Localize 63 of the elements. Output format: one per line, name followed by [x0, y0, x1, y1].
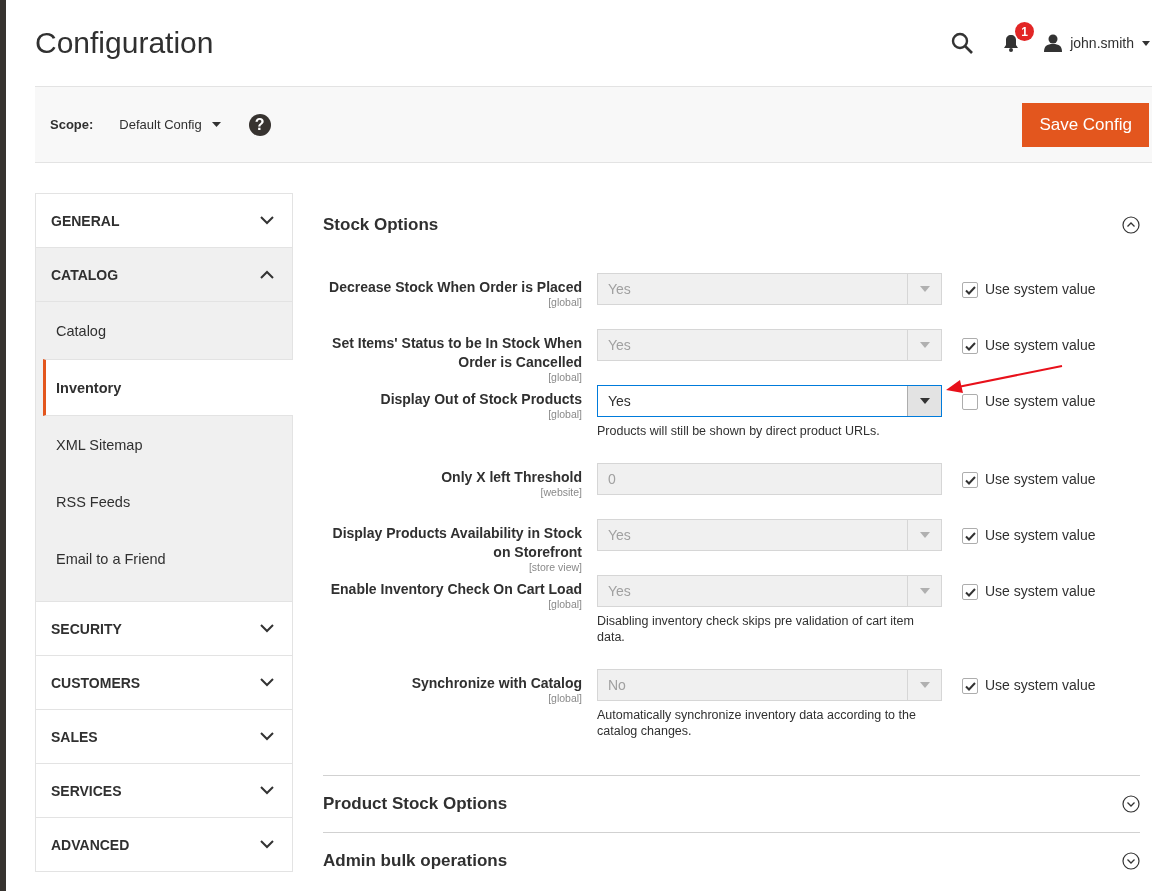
field-label: Only X left Threshold	[440, 468, 582, 487]
notification-badge: 1	[1015, 22, 1035, 41]
scope-label: [global]	[547, 372, 582, 383]
use-system-value-checkbox[interactable]: Use system value	[957, 463, 1140, 519]
help-icon[interactable]: ?	[248, 113, 271, 136]
field-label: Decrease Stock When Order is Placed	[328, 278, 582, 297]
sidebar-item[interactable]: Catalog	[36, 302, 292, 359]
field-label: Display Out of Stock Products	[379, 390, 582, 409]
page-title: Configuration	[35, 26, 215, 60]
sidebar-item[interactable]: Inventory	[43, 359, 293, 416]
chevron-icon	[260, 270, 274, 279]
bell-icon[interactable]	[1003, 34, 1020, 52]
section-header[interactable]: Admin bulk operations	[323, 832, 1140, 889]
field-label: Set Items' Status to be In Stock When Order is Cancelled	[331, 334, 582, 372]
checkmark-icon	[964, 587, 976, 597]
save-config-button[interactable]: Save Config	[1022, 102, 1149, 147]
chevron-icon	[260, 678, 274, 687]
use-system-value-checkbox[interactable]: Use system value	[957, 329, 1140, 385]
scope-label: [global]	[547, 693, 582, 704]
scope-label: [website]	[539, 487, 582, 498]
field-note: Automatically synchronize inventory data according to the catalog changes.	[597, 707, 917, 739]
sidebar-item[interactable]: XML Sitemap	[36, 416, 292, 473]
user-menu[interactable]: john.smith	[1044, 34, 1150, 52]
scope-label: [global]	[547, 409, 582, 420]
scope-label: [store view]	[527, 562, 582, 573]
field-note: Disabling inventory check skips pre validation of cart item data.	[597, 613, 915, 645]
chevron-icon	[260, 216, 274, 225]
checkmark-icon	[964, 285, 976, 295]
collapse-toggle-icon[interactable]	[1122, 852, 1140, 870]
field-label: Display Products Availability in Stock on Storefront	[331, 524, 582, 562]
dropdown[interactable]: Yes	[597, 385, 942, 417]
sidebar-item[interactable]: Email to a Friend	[36, 530, 292, 587]
collapse-toggle-icon[interactable]	[1122, 795, 1140, 813]
field-note: Products will still be shown by direct product URLs.	[597, 423, 881, 439]
scope-label: [global]	[547, 297, 582, 308]
use-system-value-checkbox[interactable]: Use system value	[957, 669, 1140, 763]
caret-icon	[1142, 40, 1150, 46]
checkmark-icon	[964, 681, 976, 691]
use-system-value-checkbox[interactable]: Use system value	[957, 273, 1140, 329]
section-header[interactable]: Stock Options	[323, 193, 1140, 257]
user-icon	[1044, 34, 1063, 52]
chevron-icon	[260, 786, 274, 795]
chevron-icon	[260, 732, 274, 741]
field-label: Enable Inventory Check On Cart Load	[329, 580, 582, 599]
scope-label: Scope:	[50, 117, 94, 132]
section-header[interactable]: Product Stock Options	[323, 775, 1140, 832]
chevron-icon	[260, 840, 274, 849]
scope-label: [global]	[547, 599, 582, 610]
checkmark-icon	[964, 531, 976, 541]
caret-icon	[211, 122, 221, 127]
chevron-icon	[260, 624, 274, 633]
field-label: Synchronize with Catalog	[410, 674, 582, 693]
use-system-value-checkbox[interactable]: Use system value	[957, 519, 1140, 575]
use-system-value-checkbox[interactable]: Use system value	[957, 575, 1140, 669]
collapse-toggle-icon[interactable]	[1122, 216, 1140, 234]
caret-icon	[907, 386, 941, 416]
sidebar-item[interactable]: RSS Feeds	[36, 473, 292, 530]
search-icon[interactable]	[951, 32, 974, 54]
scope-switcher[interactable]: Default Config	[119, 117, 221, 132]
sidebar-section[interactable]: CATALOG	[36, 248, 292, 302]
checkmark-icon	[964, 341, 976, 351]
checkmark-icon	[964, 475, 976, 485]
use-system-value-checkbox[interactable]: Use system value	[957, 385, 1140, 463]
